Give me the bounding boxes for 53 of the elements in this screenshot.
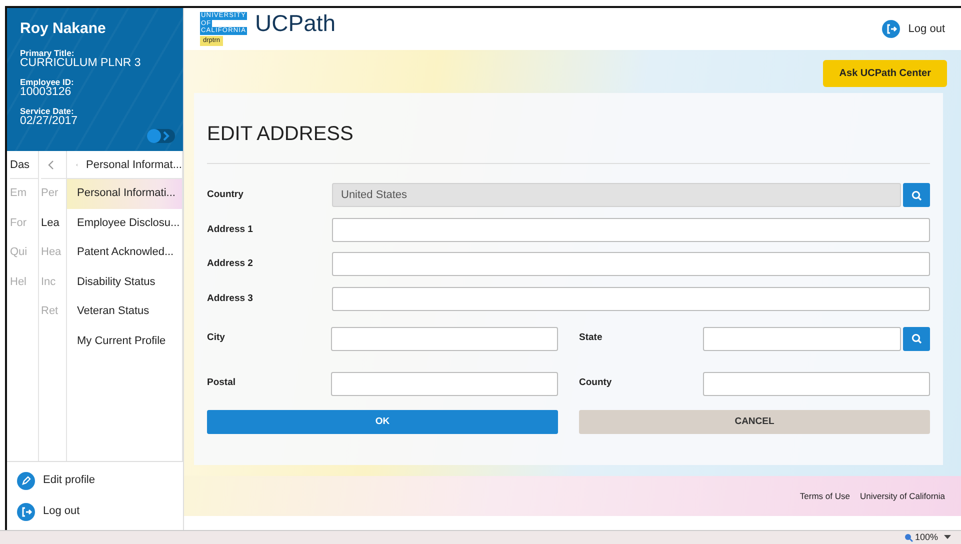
field-label: Address 2	[207, 257, 254, 272]
field-label: Postal	[207, 376, 237, 390]
input-field[interactable]	[703, 326, 901, 350]
input-field[interactable]	[332, 286, 930, 311]
footer-link[interactable]: University of California	[860, 490, 945, 502]
input-field[interactable]	[331, 326, 558, 350]
ask-button[interactable]: Ask UCPath Center	[823, 60, 947, 87]
dropdown-icon[interactable]	[944, 535, 951, 540]
cancel-button[interactable]: CANCEL	[579, 410, 930, 434]
logout-icon	[882, 20, 900, 38]
field-label: Country	[207, 188, 244, 202]
ok-button[interactable]: OK	[207, 410, 558, 434]
logout-button[interactable]: Log out	[882, 20, 945, 38]
input-field[interactable]	[332, 252, 930, 276]
field-value: 10003126	[20, 86, 72, 99]
nav-header[interactable]: Das	[10, 151, 38, 179]
input-field[interactable]	[703, 372, 930, 396]
app-name: UCPath	[255, 12, 336, 36]
field-label: Primary Title:	[20, 48, 76, 57]
search-icon	[911, 333, 922, 344]
edit-profile-link[interactable]: Edit profile	[43, 472, 95, 489]
pencil-icon[interactable]	[17, 472, 35, 490]
nav-item[interactable]: Lea	[41, 208, 66, 238]
logout-icon[interactable]	[17, 502, 35, 520]
zoom-icon[interactable]	[904, 532, 913, 542]
field-value: CURRICULUM PLNR 3	[20, 57, 142, 70]
footer-link[interactable]: Terms of Use	[800, 490, 850, 502]
field-label: County	[579, 376, 613, 390]
nav-item[interactable]: Patent Acknowled...	[67, 238, 182, 268]
chevron-icon[interactable]	[147, 129, 175, 143]
nav-item[interactable]: Veteran Status	[67, 297, 182, 326]
search-icon	[911, 190, 922, 201]
page-title: EDIT ADDRESS	[207, 119, 930, 164]
field-label: Address 3	[207, 292, 254, 306]
employee-name: Roy Nakane	[20, 19, 107, 39]
field-label: State	[579, 331, 604, 346]
field-label: City	[207, 331, 226, 346]
section-title[interactable]: Personal Informat...	[86, 151, 182, 178]
search-button[interactable]	[903, 183, 930, 208]
logout-link[interactable]: Log out	[43, 503, 80, 520]
search-button[interactable]	[903, 326, 930, 350]
field-label: Address 1	[207, 222, 254, 237]
field-label: Employee ID:	[20, 78, 75, 86]
nav-item[interactable]: My Current Profile	[67, 326, 182, 356]
zoom-level[interactable]: 100%	[914, 532, 938, 542]
field-label: Service Date:	[20, 106, 74, 116]
input-field[interactable]	[332, 218, 930, 242]
nav-item[interactable]: Employee Disclosu...	[67, 208, 182, 238]
nav-item[interactable]: Personal Informati...	[67, 179, 182, 208]
field-value: 02/27/2017	[20, 115, 79, 128]
back-icon[interactable]	[47, 160, 55, 170]
input-field[interactable]	[331, 372, 558, 396]
nav-item[interactable]: Disability Status	[67, 268, 182, 297]
